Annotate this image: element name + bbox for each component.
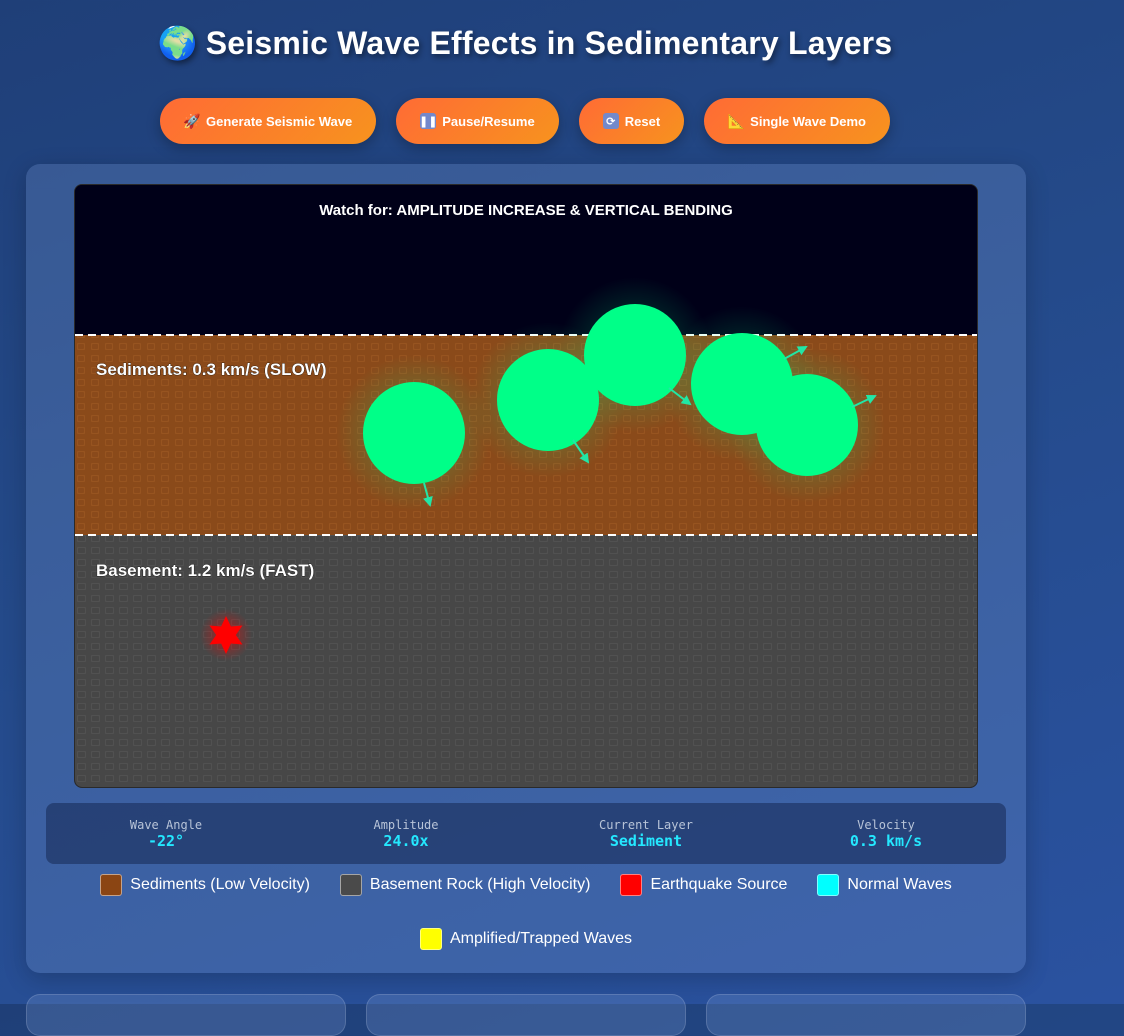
stat-wave-angle: Wave Angle -22° [46,803,286,864]
wave-particle [729,347,885,503]
current-layer-value: Sediment [609,832,683,850]
pause-resume-button[interactable]: ❚❚ Pause/Resume [396,98,559,144]
page-title-text: Seismic Wave Effects in Sedimentary Laye… [205,25,893,61]
refresh-icon: ⟳ [602,113,619,129]
velocity-value: 0.3 km/s [849,832,923,850]
simulation-banner: Watch for: AMPLITUDE INCREASE & VERTICAL… [319,202,733,219]
legend-label-amplified-waves: Amplified/Trapped Waves [450,930,632,947]
stats-bar: Wave Angle -22° Amplitude 24.0x Current … [46,803,1006,864]
legend-swatch-normal-waves [817,874,840,896]
simulation-panel: Watch for: AMPLITUDE INCREASE & VERTICAL… [26,164,1026,973]
amplitude-value: 24.0x [383,832,429,850]
current-layer-label: Current Layer [599,818,693,832]
simulation-canvas[interactable]: Watch for: AMPLITUDE INCREASE & VERTICAL… [74,184,978,788]
legend-item-normal-waves: Normal Waves [817,874,952,896]
stat-velocity: Velocity 0.3 km/s [766,803,1006,864]
legend-item-earthquake-source: Earthquake Source [620,874,787,896]
info-card [366,994,686,1036]
earthquake-source [200,609,252,661]
legend-swatch-sediments [100,874,123,896]
legend: Sediments (Low Velocity) Basement Rock (… [26,874,1026,950]
info-card [706,994,1026,1036]
simulation-svg: Watch for: AMPLITUDE INCREASE & VERTICAL… [75,185,977,787]
ruler-icon: 📐 [727,112,745,129]
single-wave-demo-button[interactable]: 📐 Single Wave Demo [704,98,890,144]
velocity-label: Velocity [857,818,915,832]
legend-swatch-amplified-waves [420,928,442,950]
legend-swatch-basement [339,874,362,896]
wave-angle-label: Wave Angle [129,818,203,832]
pause-resume-label: Pause/Resume [442,113,535,129]
stat-amplitude: Amplitude 24.0x [286,803,526,864]
page-title: 🌍 Seismic Wave Effects in Sedimentary Lay… [0,24,1050,62]
wave-angle-value: -22° [147,832,185,850]
reset-label: Reset [624,113,661,129]
info-card [26,994,346,1036]
legend-label-normal-waves: Normal Waves [847,876,952,893]
sediment-layer-label: Sediments: 0.3 km/s (SLOW) [96,360,327,379]
legend-swatch-earthquake-source [620,874,643,896]
generate-seismic-wave-label: Generate Seismic Wave [206,113,353,129]
stat-current-layer: Current Layer Sediment [526,803,766,864]
legend-item-amplified-waves: Amplified/Trapped Waves [420,928,632,950]
legend-label-basement: Basement Rock (High Velocity) [369,876,591,893]
toolbar: 🚀 Generate Seismic Wave ❚❚ Pause/Resume … [0,98,1050,144]
pause-icon: ❚❚ [419,113,437,129]
legend-label-earthquake-source: Earthquake Source [650,876,788,893]
legend-label-sediments: Sediments (Low Velocity) [130,876,310,893]
generate-seismic-wave-button[interactable]: 🚀 Generate Seismic Wave [160,98,377,144]
basement-layer-label: Basement: 1.2 km/s (FAST) [96,561,314,580]
legend-item-basement: Basement Rock (High Velocity) [339,874,591,896]
rocket-icon: 🚀 [183,112,201,129]
globe-icon: 🌍 [157,24,198,62]
legend-item-sediments: Sediments (Low Velocity) [100,874,310,896]
wave-particle [336,355,492,511]
reset-button[interactable]: ⟳ Reset [578,98,685,144]
amplitude-label: Amplitude [373,818,439,832]
single-wave-demo-label: Single Wave Demo [750,113,866,129]
